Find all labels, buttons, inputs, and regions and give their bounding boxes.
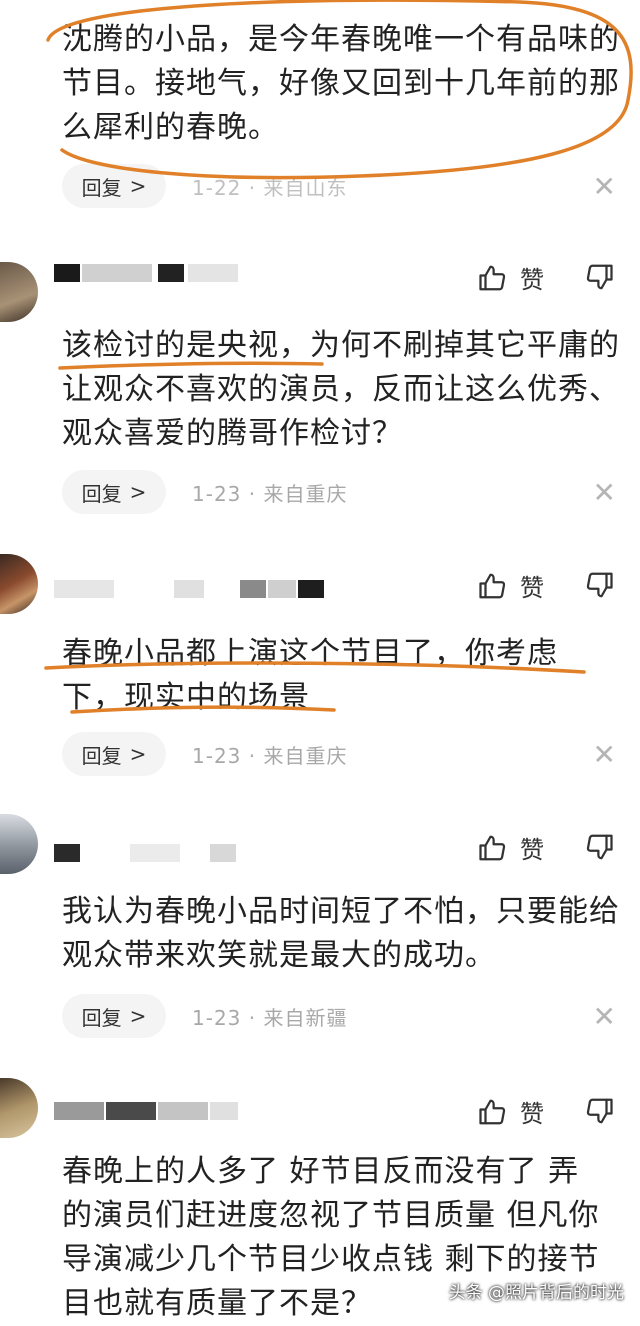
comment-time-location: 1-23 · 来自重庆 xyxy=(192,743,348,768)
comment-2: 赞 该检讨的是央视，为何不刷掉其它平庸的让观众不喜欢的演员，反而让这么优秀、观众… xyxy=(0,240,640,530)
like-label: 赞 xyxy=(520,574,544,602)
thumbs-down-icon xyxy=(586,834,613,860)
reply-label: 回复 xyxy=(81,1005,122,1030)
comment-text: 该检讨的是央视，为何不刷掉其它平庸的让观众不喜欢的演员，反而让这么优秀、观众喜爱… xyxy=(62,328,620,451)
like-label: 赞 xyxy=(520,1100,544,1128)
reply-button[interactable]: 回复 > xyxy=(62,994,166,1038)
comment-meta: 回复 > 1-23 · 来自重庆 xyxy=(62,732,347,776)
close-icon[interactable]: ✕ xyxy=(593,1000,616,1033)
close-icon[interactable]: ✕ xyxy=(593,738,616,771)
thumbs-up-icon xyxy=(479,265,506,290)
watermark: 头条 @照片背后的时光 xyxy=(448,1283,624,1303)
dislike-button[interactable] xyxy=(584,570,614,604)
thumbs-up-icon xyxy=(479,835,506,860)
username-blurred[interactable] xyxy=(54,840,244,866)
like-label: 赞 xyxy=(520,266,544,294)
reply-button[interactable]: 回复 > xyxy=(62,470,166,514)
like-button[interactable]: 赞 xyxy=(478,830,544,865)
username-blurred[interactable] xyxy=(54,260,244,286)
reply-label: 回复 xyxy=(81,743,122,768)
reply-label: 回复 xyxy=(81,175,122,200)
avatar[interactable] xyxy=(0,1078,38,1138)
comment-time-location: 1-23 · 来自新疆 xyxy=(192,1005,348,1030)
like-button[interactable]: 赞 xyxy=(478,260,544,295)
thumbs-down-icon xyxy=(586,1098,613,1124)
comment-text: 沈腾的小品，是今年春晚唯一个有品味的节目。接地气，好像又回到十几年前的那么犀利的… xyxy=(62,22,620,145)
reply-button[interactable]: 回复 > xyxy=(62,164,166,208)
avatar[interactable] xyxy=(0,554,38,614)
dislike-button[interactable] xyxy=(584,1096,614,1130)
reply-button[interactable]: 回复 > xyxy=(62,732,166,776)
username-blurred[interactable] xyxy=(54,576,324,602)
chevron-right-icon: > xyxy=(129,742,147,766)
comment-meta: 回复 > 1-23 · 来自重庆 xyxy=(62,470,347,514)
avatar[interactable] xyxy=(0,262,38,322)
comment-3: 赞 春晚小品都上演这个节目了，你考虑下，现实中的场景 回复 > 1-23 · 来自… xyxy=(0,548,640,798)
thumbs-down-icon xyxy=(586,572,613,598)
avatar[interactable] xyxy=(0,814,38,874)
like-button[interactable]: 赞 xyxy=(478,1094,544,1129)
dislike-button[interactable] xyxy=(584,832,614,866)
dislike-button[interactable] xyxy=(584,262,614,296)
close-icon[interactable]: ✕ xyxy=(593,170,616,203)
comment-text: 我认为春晚小品时间短了不怕，只要能给观众带来欢笑就是最大的成功。 xyxy=(62,894,620,973)
comment-1: 沈腾的小品，是今年春晚唯一个有品味的节目。接地气，好像又回到十几年前的那么犀利的… xyxy=(0,0,640,215)
thumbs-up-icon xyxy=(479,1099,506,1124)
reply-label: 回复 xyxy=(81,481,122,506)
close-icon[interactable]: ✕ xyxy=(593,476,616,509)
comment-time-location: 1-22 · 来自山东 xyxy=(192,175,348,200)
thumbs-down-icon xyxy=(586,264,613,290)
like-label: 赞 xyxy=(520,836,544,864)
comment-meta: 回复 > 1-22 · 来自山东 xyxy=(62,164,347,208)
comment-meta: 回复 > 1-23 · 来自新疆 xyxy=(62,994,347,1038)
comment-text: 春晚小品都上演这个节目了，你考虑下，现实中的场景 xyxy=(62,636,558,715)
chevron-right-icon: > xyxy=(129,174,147,198)
thumbs-up-icon xyxy=(479,573,506,598)
comment-time-location: 1-23 · 来自重庆 xyxy=(192,481,348,506)
chevron-right-icon: > xyxy=(129,1004,147,1028)
chevron-right-icon: > xyxy=(129,480,147,504)
comment-4: 赞 我认为春晚小品时间短了不怕，只要能给观众带来欢笑就是最大的成功。 回复 > 1… xyxy=(0,810,640,1050)
username-blurred[interactable] xyxy=(54,1098,244,1124)
like-button[interactable]: 赞 xyxy=(478,568,544,603)
